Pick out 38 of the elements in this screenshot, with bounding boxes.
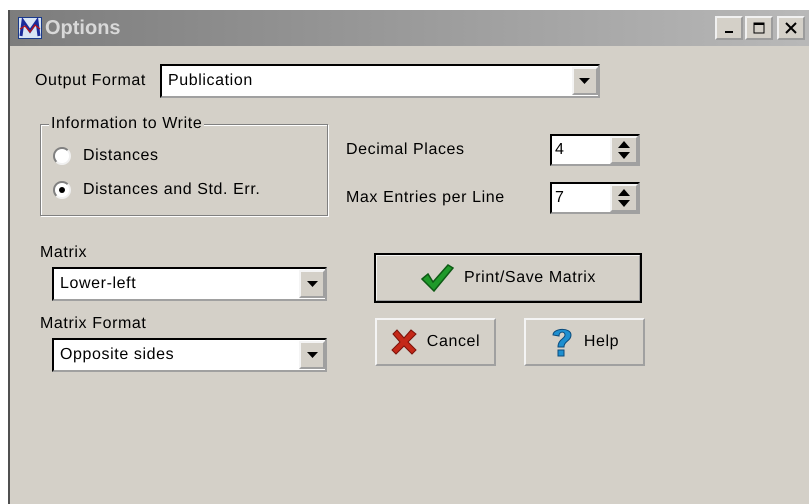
app-icon — [18, 17, 42, 39]
field-label: Decimal Places — [346, 141, 466, 159]
dropdown-button[interactable] — [572, 67, 598, 95]
help-button[interactable]: Help — [524, 318, 645, 366]
close-button[interactable] — [777, 16, 805, 40]
number-spinner[interactable]: 7 — [550, 182, 640, 214]
close-icon — [785, 22, 797, 34]
caret-icon — [579, 78, 590, 84]
caret-icon — [306, 352, 318, 358]
radio-unselected[interactable] — [53, 147, 71, 165]
dropdown[interactable]: Lower-left — [52, 267, 327, 301]
radio-option[interactable]: Distances — [53, 139, 327, 173]
question-mark-icon — [550, 326, 574, 358]
caret-icon — [306, 281, 318, 287]
dropdown-button[interactable] — [299, 341, 325, 369]
cancel-button[interactable]: Cancel — [375, 318, 496, 366]
window-title: Options — [45, 16, 122, 40]
minimize-button[interactable] — [715, 16, 743, 40]
maximize-button[interactable] — [745, 16, 773, 40]
spin-buttons[interactable] — [610, 136, 638, 164]
up-down-arrows-icon — [617, 139, 631, 161]
maximize-icon — [753, 22, 765, 34]
up-down-arrows-icon — [617, 187, 631, 209]
print-button[interactable]: Print/Save Matrix — [375, 254, 641, 302]
field-label: Matrix Format — [40, 315, 148, 333]
checkmark-icon — [420, 263, 454, 293]
spin-buttons[interactable] — [610, 184, 638, 212]
field-label: Max Entries per Line — [346, 189, 506, 207]
field-label: Matrix — [40, 244, 88, 262]
minimize-icon — [725, 31, 733, 33]
number-spinner[interactable]: 4 — [550, 134, 640, 166]
cross-icon — [390, 329, 417, 355]
field-label: Output Format — [35, 72, 146, 90]
output-format-dropdown[interactable]: Publication — [160, 64, 600, 98]
radio-selected[interactable] — [53, 181, 71, 199]
dropdown-button[interactable] — [299, 270, 325, 298]
dropdown[interactable]: Opposite sides — [52, 338, 327, 372]
radio-option[interactable]: Distances and Std. Err. — [53, 173, 327, 207]
